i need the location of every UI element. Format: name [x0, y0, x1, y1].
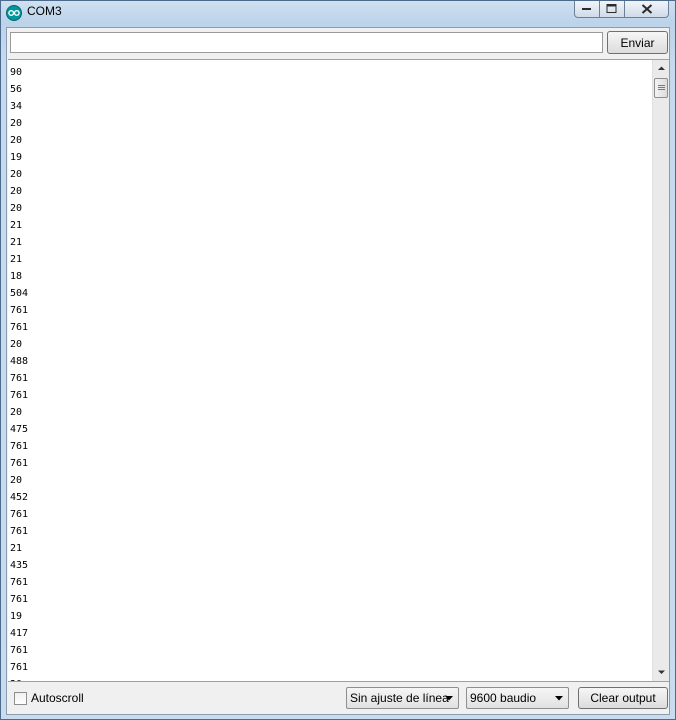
footer-bar: Autoscroll Sin ajuste de línea 9600 baud…: [7, 684, 669, 714]
line-ending-select[interactable]: Sin ajuste de línea: [346, 687, 459, 709]
arduino-infinity-icon: [6, 5, 22, 21]
output-line: 20: [10, 169, 23, 180]
maximize-button[interactable]: [600, 1, 625, 18]
window-title: COM3: [27, 4, 62, 18]
output-line: 761: [10, 322, 29, 333]
output-line: 761: [10, 458, 29, 469]
output-line: 20: [10, 135, 23, 146]
autoscroll-checkbox[interactable]: [14, 692, 27, 705]
output-line: 761: [10, 577, 29, 588]
output-line: 504: [10, 288, 29, 299]
output-line: 452: [10, 492, 29, 503]
scroll-thumb[interactable]: [654, 78, 668, 98]
serial-monitor-panel: Enviar 90 56 34 20 20 19 20 20 20 21 21 21 18 504 761 7…: [6, 27, 670, 715]
autoscroll-label[interactable]: Autoscroll: [31, 691, 84, 705]
clear-output-button[interactable]: Clear output: [578, 687, 668, 709]
maximize-icon: [606, 4, 617, 13]
output-line: 761: [10, 662, 29, 673]
output-line: 21: [10, 254, 23, 265]
line-ending-value: Sin ajuste de línea: [350, 691, 449, 705]
output-line: 761: [10, 305, 29, 316]
output-line: 20: [10, 118, 23, 129]
output-line: 56: [10, 84, 23, 95]
scroll-down-arrow[interactable]: [653, 664, 669, 681]
title-bar[interactable]: COM3: [1, 1, 675, 23]
scroll-up-arrow[interactable]: [653, 60, 669, 77]
close-button[interactable]: [625, 1, 669, 18]
output-line: 19: [10, 611, 23, 622]
baud-rate-select[interactable]: 9600 baudio: [466, 687, 569, 709]
output-lines: 90 56 34 20 20 19 20 20 20 21 21 21 18 504 761 761 20 488…: [10, 64, 29, 681]
output-line: 761: [10, 645, 29, 656]
output-line: 488: [10, 356, 29, 367]
window-controls: [574, 1, 669, 19]
output-line: 761: [10, 441, 29, 452]
close-icon: [641, 4, 652, 14]
output-line: 20: [10, 475, 23, 486]
output-line: 20: [10, 339, 23, 350]
output-line: 761: [10, 509, 29, 520]
output-line: 34: [10, 101, 23, 112]
baud-rate-value: 9600 baudio: [470, 691, 537, 705]
output-line: 475: [10, 424, 29, 435]
output-line: 21: [10, 543, 23, 554]
output-line: 761: [10, 373, 29, 384]
chevron-down-icon: [555, 696, 563, 701]
output-line: 761: [10, 526, 29, 537]
chevron-up-icon: [658, 66, 665, 70]
serial-output[interactable]: 90 56 34 20 20 19 20 20 20 21 21 21 18 504 761 761 20 488…: [8, 59, 669, 682]
output-line: 21: [10, 220, 23, 231]
serial-monitor-window: COM3 Enviar 90 56 34 20 20 19 20 20 20 21 21 21 18 50…: [0, 0, 676, 720]
chevron-down-icon: [445, 696, 453, 701]
output-line: 761: [10, 390, 29, 401]
minimize-icon: [582, 8, 591, 10]
output-line: 21: [10, 237, 23, 248]
output-line: 20: [10, 407, 23, 418]
output-line: 435: [10, 560, 29, 571]
output-line: 19: [10, 152, 23, 163]
output-line: 20: [10, 186, 23, 197]
output-line: 417: [10, 628, 29, 639]
minimize-button[interactable]: [574, 1, 600, 18]
chevron-down-icon: [658, 670, 665, 674]
send-input[interactable]: [10, 32, 603, 53]
output-line: 18: [10, 271, 23, 282]
output-line: 20: [10, 203, 23, 214]
vertical-scrollbar[interactable]: [652, 60, 669, 681]
grip-icon: [658, 85, 665, 90]
send-button[interactable]: Enviar: [607, 31, 668, 54]
output-line: 20: [10, 676, 28, 681]
output-line: 90: [10, 67, 23, 78]
output-line: 761: [10, 594, 29, 605]
